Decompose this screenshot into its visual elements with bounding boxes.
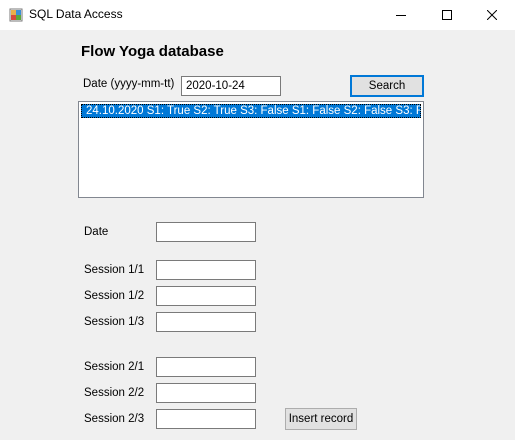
list-item[interactable]: 24.10.2020 S1: True S2: True S3: False S… (81, 104, 421, 118)
title-bar[interactable]: SQL Data Access (0, 0, 515, 30)
session-2-1-label: Session 2/1 (84, 361, 145, 373)
session-2-2-label: Session 2/2 (84, 387, 145, 399)
date-field[interactable] (156, 222, 256, 242)
session-1-3-field[interactable] (156, 312, 256, 332)
session-2-1-field[interactable] (156, 357, 256, 377)
insert-record-button[interactable]: Insert record (285, 408, 357, 430)
session-2-2-field[interactable] (156, 383, 256, 403)
window-title: SQL Data Access (29, 7, 123, 21)
session-1-2-field[interactable] (156, 286, 256, 306)
close-button[interactable] (469, 0, 515, 30)
session-1-3-label: Session 1/3 (84, 316, 145, 328)
form-client-area: Flow Yoga database Date (yyyy-mm-tt) Sea… (0, 30, 515, 440)
session-1-2-label: Session 1/2 (84, 290, 145, 302)
minimize-button[interactable] (378, 0, 424, 30)
results-listbox[interactable]: 24.10.2020 S1: True S2: True S3: False S… (78, 101, 424, 198)
minimize-icon (396, 15, 406, 16)
session-1-1-label: Session 1/1 (84, 264, 145, 276)
search-button[interactable]: Search (350, 75, 424, 97)
search-date-label: Date (yyyy-mm-tt) (83, 78, 175, 90)
maximize-button[interactable] (424, 0, 470, 30)
session-2-3-field[interactable] (156, 409, 256, 429)
date-label: Date (84, 226, 109, 238)
maximize-icon (442, 10, 452, 20)
page-title: Flow Yoga database (81, 43, 224, 60)
session-1-1-field[interactable] (156, 260, 256, 280)
app-icon (9, 8, 23, 22)
close-icon (487, 10, 497, 20)
search-date-input[interactable] (181, 76, 281, 96)
session-2-3-label: Session 2/3 (84, 413, 145, 425)
